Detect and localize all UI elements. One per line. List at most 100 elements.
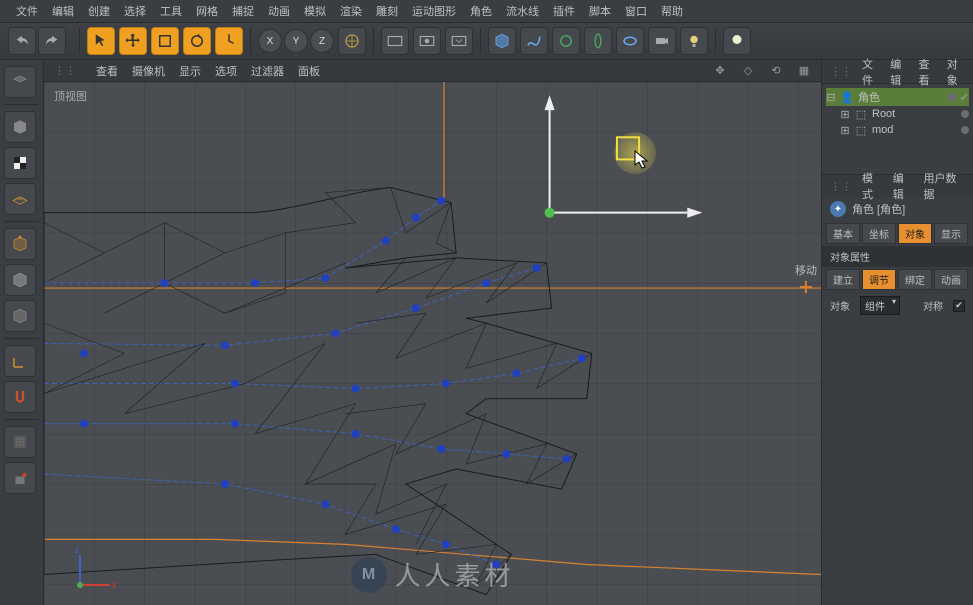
menu-select[interactable]: 选择	[124, 3, 146, 19]
menu-animate[interactable]: 动画	[268, 3, 290, 19]
spline-button[interactable]	[520, 27, 548, 55]
menu-script[interactable]: 脚本	[589, 3, 611, 19]
tab-build[interactable]: 建立	[826, 269, 860, 290]
texture-mode-button[interactable]	[4, 147, 36, 179]
deformer-button[interactable]	[584, 27, 612, 55]
view-menu-options[interactable]: 选项	[215, 63, 237, 79]
menu-pipeline[interactable]: 流水线	[506, 3, 539, 19]
viewport-label: 顶视图	[54, 88, 87, 104]
environment-button[interactable]	[616, 27, 644, 55]
menu-help[interactable]: 帮助	[661, 3, 683, 19]
obj-tab-view[interactable]: 查看	[919, 56, 937, 88]
obj-tab-file[interactable]: 文件	[862, 56, 880, 88]
symmetry-checkbox[interactable]: ✔	[953, 300, 965, 312]
viewport[interactable]: 顶视图 移动 x z M 人人素材	[44, 82, 821, 605]
menu-mesh[interactable]: 网格	[196, 3, 218, 19]
watermark-logo: M 人人素材	[350, 556, 514, 593]
redo-button[interactable]	[38, 27, 66, 55]
x-axis-toggle[interactable]: X	[258, 29, 282, 53]
visibility-dot-icon[interactable]	[948, 93, 956, 101]
viewport-nav-move-icon[interactable]: ✥	[713, 64, 727, 78]
obj-tab-object[interactable]: 对象	[947, 56, 965, 88]
generator-button[interactable]	[552, 27, 580, 55]
render-region-button[interactable]	[413, 27, 441, 55]
recent-tool-button[interactable]	[215, 27, 243, 55]
tree-label: 角色	[858, 89, 944, 105]
visibility-dot-icon[interactable]	[961, 110, 969, 118]
view-menu-filter[interactable]: 过滤器	[251, 63, 284, 79]
menu-character[interactable]: 角色	[470, 3, 492, 19]
menu-plugins[interactable]: 插件	[553, 3, 575, 19]
camera-button[interactable]	[648, 27, 676, 55]
object-component-select[interactable]: 组件	[860, 296, 900, 315]
select-tool-button[interactable]	[87, 27, 115, 55]
tab-bind[interactable]: 绑定	[898, 269, 932, 290]
model-mode-button[interactable]	[4, 111, 36, 143]
y-axis-toggle[interactable]: Y	[284, 29, 308, 53]
edge-mode-button[interactable]	[4, 264, 36, 296]
menu-sculpt[interactable]: 雕刻	[376, 3, 398, 19]
view-menu-view[interactable]: 查看	[96, 63, 118, 79]
move-tool-button[interactable]	[119, 27, 147, 55]
object-tree[interactable]: ⊟ 👤 角色 ✔ ⊞ ⬚ Root ⊞ ⬚ mod	[822, 84, 973, 174]
menu-file[interactable]: 文件	[16, 3, 38, 19]
expand-icon[interactable]: ⊞	[840, 124, 850, 137]
view-menu-camera[interactable]: 摄像机	[132, 63, 165, 79]
tab-adjust[interactable]: 调节	[862, 269, 896, 290]
light-button[interactable]	[680, 27, 708, 55]
tree-row-character[interactable]: ⊟ 👤 角色 ✔	[826, 88, 969, 106]
z-axis-toggle[interactable]: Z	[310, 29, 334, 53]
viewport-solo-button[interactable]	[4, 426, 36, 458]
tree-row-mod[interactable]: ⊞ ⬚ mod	[826, 122, 969, 138]
polygon-mode-button[interactable]	[4, 300, 36, 332]
menu-mograph[interactable]: 运动图形	[412, 3, 456, 19]
point-mode-button[interactable]	[4, 228, 36, 260]
watermark-badge-icon: M	[350, 557, 386, 593]
view-menu-panel[interactable]: 面板	[298, 63, 320, 79]
axis-mode-button[interactable]	[4, 345, 36, 377]
expand-icon[interactable]: ⊞	[840, 108, 850, 121]
viewport-nav-rotate-icon[interactable]: ⟲	[769, 64, 783, 78]
menu-tools[interactable]: 工具	[160, 3, 182, 19]
viewport-layout-icon[interactable]: ▦	[797, 64, 811, 78]
locked-workplane-button[interactable]	[4, 462, 36, 494]
viewport-nav-zoom-icon[interactable]: ◇	[741, 64, 755, 78]
obj-tab-edit[interactable]: 编辑	[890, 56, 908, 88]
menu-snap[interactable]: 捕捉	[232, 3, 254, 19]
render-settings-button[interactable]	[445, 27, 473, 55]
cube-primitive-button[interactable]	[488, 27, 516, 55]
left-toolbar	[0, 60, 44, 605]
mini-axes-icon: x z	[70, 545, 120, 595]
render-view-button[interactable]	[381, 27, 409, 55]
character-icon: ✦	[830, 201, 846, 217]
menu-simulate[interactable]: 模拟	[304, 3, 326, 19]
make-editable-button[interactable]	[4, 66, 36, 98]
tab-object[interactable]: 对象	[898, 223, 932, 244]
tree-label: mod	[872, 124, 957, 136]
snap-button[interactable]	[4, 381, 36, 413]
undo-button[interactable]	[8, 27, 36, 55]
scale-tool-button[interactable]	[151, 27, 179, 55]
rotate-tool-button[interactable]	[183, 27, 211, 55]
enable-check-icon[interactable]: ✔	[960, 91, 969, 104]
coord-system-button[interactable]	[338, 27, 366, 55]
menu-window[interactable]: 窗口	[625, 3, 647, 19]
null-icon: ⬚	[854, 107, 868, 121]
menu-edit[interactable]: 编辑	[52, 3, 74, 19]
section-object-props: 对象属性	[822, 246, 973, 267]
tab-coord[interactable]: 坐标	[862, 223, 896, 244]
workplane-mode-button[interactable]	[4, 183, 36, 215]
watermark-text: 人人素材	[394, 556, 514, 593]
menu-render[interactable]: 渲染	[340, 3, 362, 19]
tab-basic[interactable]: 基本	[826, 223, 860, 244]
visibility-dot-icon[interactable]	[961, 126, 969, 134]
view-menu-display[interactable]: 显示	[179, 63, 201, 79]
help-icon-button[interactable]	[723, 27, 751, 55]
field-label-object: 对象	[830, 298, 854, 313]
tab-anim[interactable]: 动画	[934, 269, 968, 290]
right-panel: ⋮⋮ 文件 编辑 查看 对象 ⊟ 👤 角色 ✔ ⊞ ⬚ Root ⊞ ⬚	[821, 60, 973, 605]
tab-display[interactable]: 显示	[934, 223, 968, 244]
tree-row-root[interactable]: ⊞ ⬚ Root	[826, 106, 969, 122]
expand-icon[interactable]: ⊟	[826, 91, 836, 104]
menu-create[interactable]: 创建	[88, 3, 110, 19]
